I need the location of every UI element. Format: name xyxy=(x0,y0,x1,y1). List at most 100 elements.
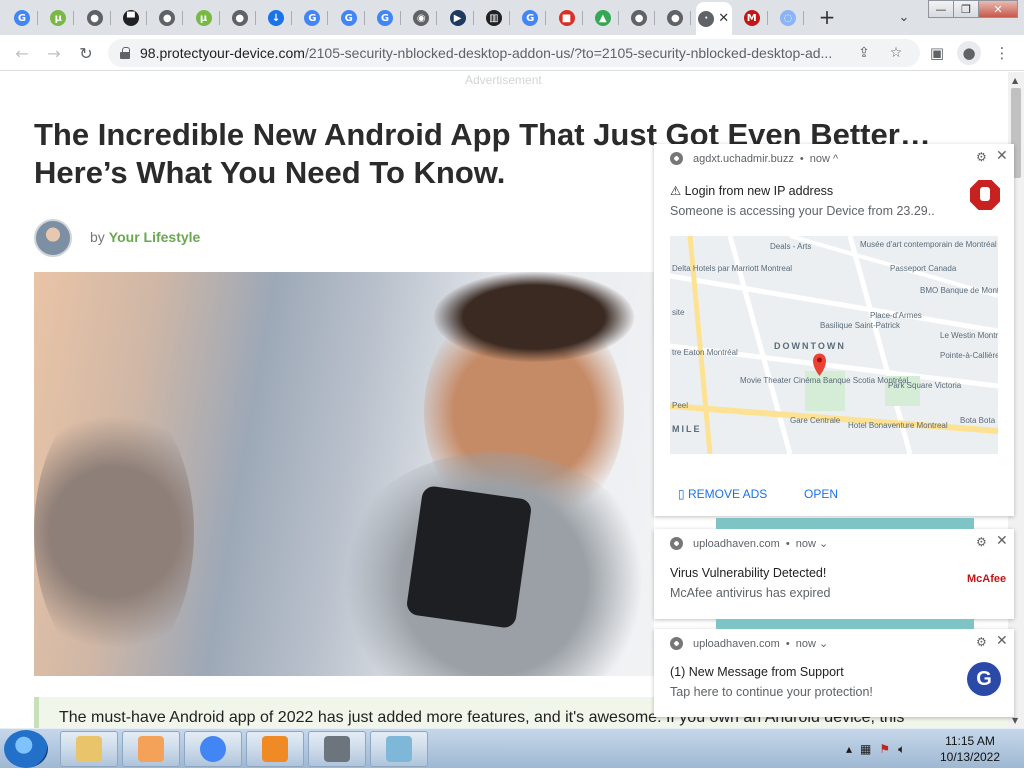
taskbar-app[interactable] xyxy=(246,731,304,767)
close-icon[interactable]: ✕ xyxy=(996,148,1008,164)
byline: by Your Lifestyle xyxy=(90,229,200,245)
close-window-button[interactable]: ✕ xyxy=(978,0,1018,18)
tab-search-button[interactable]: ⌄ xyxy=(893,6,915,28)
taskbar-app[interactable] xyxy=(370,731,428,767)
location-map[interactable]: Deals - Arts Musée d'art contemporain de … xyxy=(670,236,998,454)
browser-tab[interactable]: ● xyxy=(659,5,692,31)
reload-button[interactable]: ↻ xyxy=(74,41,98,65)
browser-tab[interactable]: M xyxy=(736,5,768,31)
map-label: DOWNTOWN xyxy=(774,341,846,351)
bookmark-star-icon[interactable]: ☆ xyxy=(886,43,906,63)
byline-prefix: by xyxy=(90,229,105,245)
tab-separator xyxy=(508,11,510,25)
mcafee-logo-icon: McAfee xyxy=(967,573,1007,585)
tab-separator xyxy=(182,11,184,25)
notification-virus-alert[interactable]: uploadhaven.com • now ⌄ ⚙ ✕ Virus Vulner… xyxy=(654,518,1014,619)
browser-tab[interactable]: ↓ xyxy=(260,5,293,31)
lock-icon[interactable] xyxy=(120,47,130,59)
side-panel-icon[interactable]: ▣ xyxy=(925,41,949,65)
browser-tab[interactable]: ◉ xyxy=(405,5,438,31)
browser-tab[interactable]: ● xyxy=(224,5,256,31)
author-link[interactable]: Your Lifestyle xyxy=(109,229,201,245)
browser-tab[interactable]: μ xyxy=(188,5,220,31)
notification-time: now ⌄ xyxy=(795,638,829,650)
browser-tab[interactable]: G xyxy=(296,5,329,31)
scroll-down-icon[interactable]: ▼ xyxy=(1012,716,1018,725)
open-button[interactable]: OPEN xyxy=(804,487,838,501)
gear-icon[interactable]: ⚙ xyxy=(976,635,987,649)
tab-separator xyxy=(37,11,38,25)
google-icon: G xyxy=(522,10,539,26)
gear-icon[interactable]: ⚙ xyxy=(976,150,987,164)
start-button[interactable] xyxy=(4,730,48,768)
browser-tab[interactable]: μ xyxy=(42,5,75,31)
notification-body: Tap here to continue your protection! xyxy=(670,685,873,699)
browser-tab[interactable]: ▶ xyxy=(442,5,474,31)
close-icon[interactable]: ✕ xyxy=(996,633,1008,649)
browser-tab[interactable]: ● xyxy=(623,5,656,31)
browser-tab[interactable]: ▥ xyxy=(478,5,510,31)
scroll-up-icon[interactable]: ▲ xyxy=(1012,76,1018,85)
cloud-icon: ▲ xyxy=(594,10,611,26)
taskbar-app[interactable] xyxy=(184,731,242,767)
action-center-flag-icon[interactable]: ⚑ xyxy=(879,742,890,756)
clock-date: 10/13/2022 xyxy=(939,750,1001,764)
notification-title: (1) New Message from Support xyxy=(670,665,844,679)
share-icon[interactable]: ⇪ xyxy=(854,43,874,63)
globe-icon: ● xyxy=(631,10,648,26)
tab-separator xyxy=(400,11,401,25)
stop-hand-icon xyxy=(968,178,1002,212)
map-label: Delta Hotels par Marriott Montreal xyxy=(672,264,793,273)
new-tab-button[interactable]: + xyxy=(815,5,839,29)
network-icon[interactable]: ▦ xyxy=(860,742,871,756)
play-icon: ▶ xyxy=(449,10,466,26)
browser-tab[interactable]: ■ xyxy=(551,5,583,31)
close-icon[interactable]: ✕ xyxy=(996,533,1008,549)
close-tab-icon[interactable]: ✕ xyxy=(718,11,729,26)
clock[interactable]: 11:15 AM 10/13/2022 xyxy=(930,733,1010,765)
back-button[interactable]: ← xyxy=(10,41,34,65)
forward-button[interactable]: → xyxy=(42,41,66,65)
menu-icon[interactable]: ⋮ xyxy=(990,41,1014,65)
browser-tab[interactable]: G xyxy=(6,5,38,31)
author-avatar[interactable] xyxy=(34,219,72,257)
globe-icon: ● xyxy=(86,10,103,26)
map-label: Le Westin Montréal xyxy=(940,331,998,340)
tab-separator xyxy=(327,11,329,25)
chrome-icon xyxy=(670,537,683,550)
notification-site: agdxt.uchadmir.buzz xyxy=(693,152,794,165)
browser-tab[interactable]: ● xyxy=(79,5,111,31)
bank-icon: ▥ xyxy=(485,10,502,26)
url-text[interactable]: 98.protectyour-device.com/2105-security-… xyxy=(140,45,860,61)
address-bar[interactable]: 98.protectyour-device.com/2105-security-… xyxy=(108,39,920,67)
browser-tab[interactable]: ◌ xyxy=(772,5,804,31)
gear-icon[interactable]: ⚙ xyxy=(976,535,987,549)
minimize-button[interactable]: — xyxy=(928,0,954,18)
map-label: Peel xyxy=(672,401,689,410)
map-label: site xyxy=(672,308,685,317)
taskbar-app[interactable] xyxy=(122,731,180,767)
browser-tab[interactable]: G xyxy=(333,5,365,31)
restore-button[interactable]: ❐ xyxy=(953,0,979,18)
hero-image[interactable] xyxy=(34,272,654,676)
lock-red-icon: ■ xyxy=(558,10,575,26)
tab-separator xyxy=(436,11,438,25)
browser-tab[interactable]: ▀ xyxy=(115,5,147,31)
chrome-icon xyxy=(670,152,683,165)
tab-separator xyxy=(766,11,768,25)
browser-tab[interactable]: · ✕ xyxy=(695,2,732,35)
tab-separator xyxy=(363,11,365,25)
tray-arrow-icon[interactable]: ▴ xyxy=(846,742,852,756)
notification-support-message[interactable]: uploadhaven.com • now ⌄ ⚙ ✕ (1) New Mess… xyxy=(654,619,1014,717)
taskbar-app[interactable] xyxy=(60,731,118,767)
volume-icon[interactable]: 🔈︎ xyxy=(898,742,905,757)
profile-avatar-icon[interactable]: ● xyxy=(957,41,981,65)
remove-ads-button[interactable]: ▯ REMOVE ADS xyxy=(678,487,767,501)
browser-tab[interactable]: G xyxy=(369,5,401,31)
browser-tab[interactable]: G xyxy=(514,5,547,31)
map-label: Hotel Bonaventure Montreal xyxy=(848,421,948,430)
taskbar-app[interactable] xyxy=(308,731,366,767)
browser-tab[interactable]: ▲ xyxy=(587,5,619,31)
notification-login-alert[interactable]: agdxt.uchadmir.buzz • now ^ ⚙ ✕ ⚠ Login … xyxy=(654,144,1014,516)
browser-tab[interactable]: ● xyxy=(151,5,184,31)
